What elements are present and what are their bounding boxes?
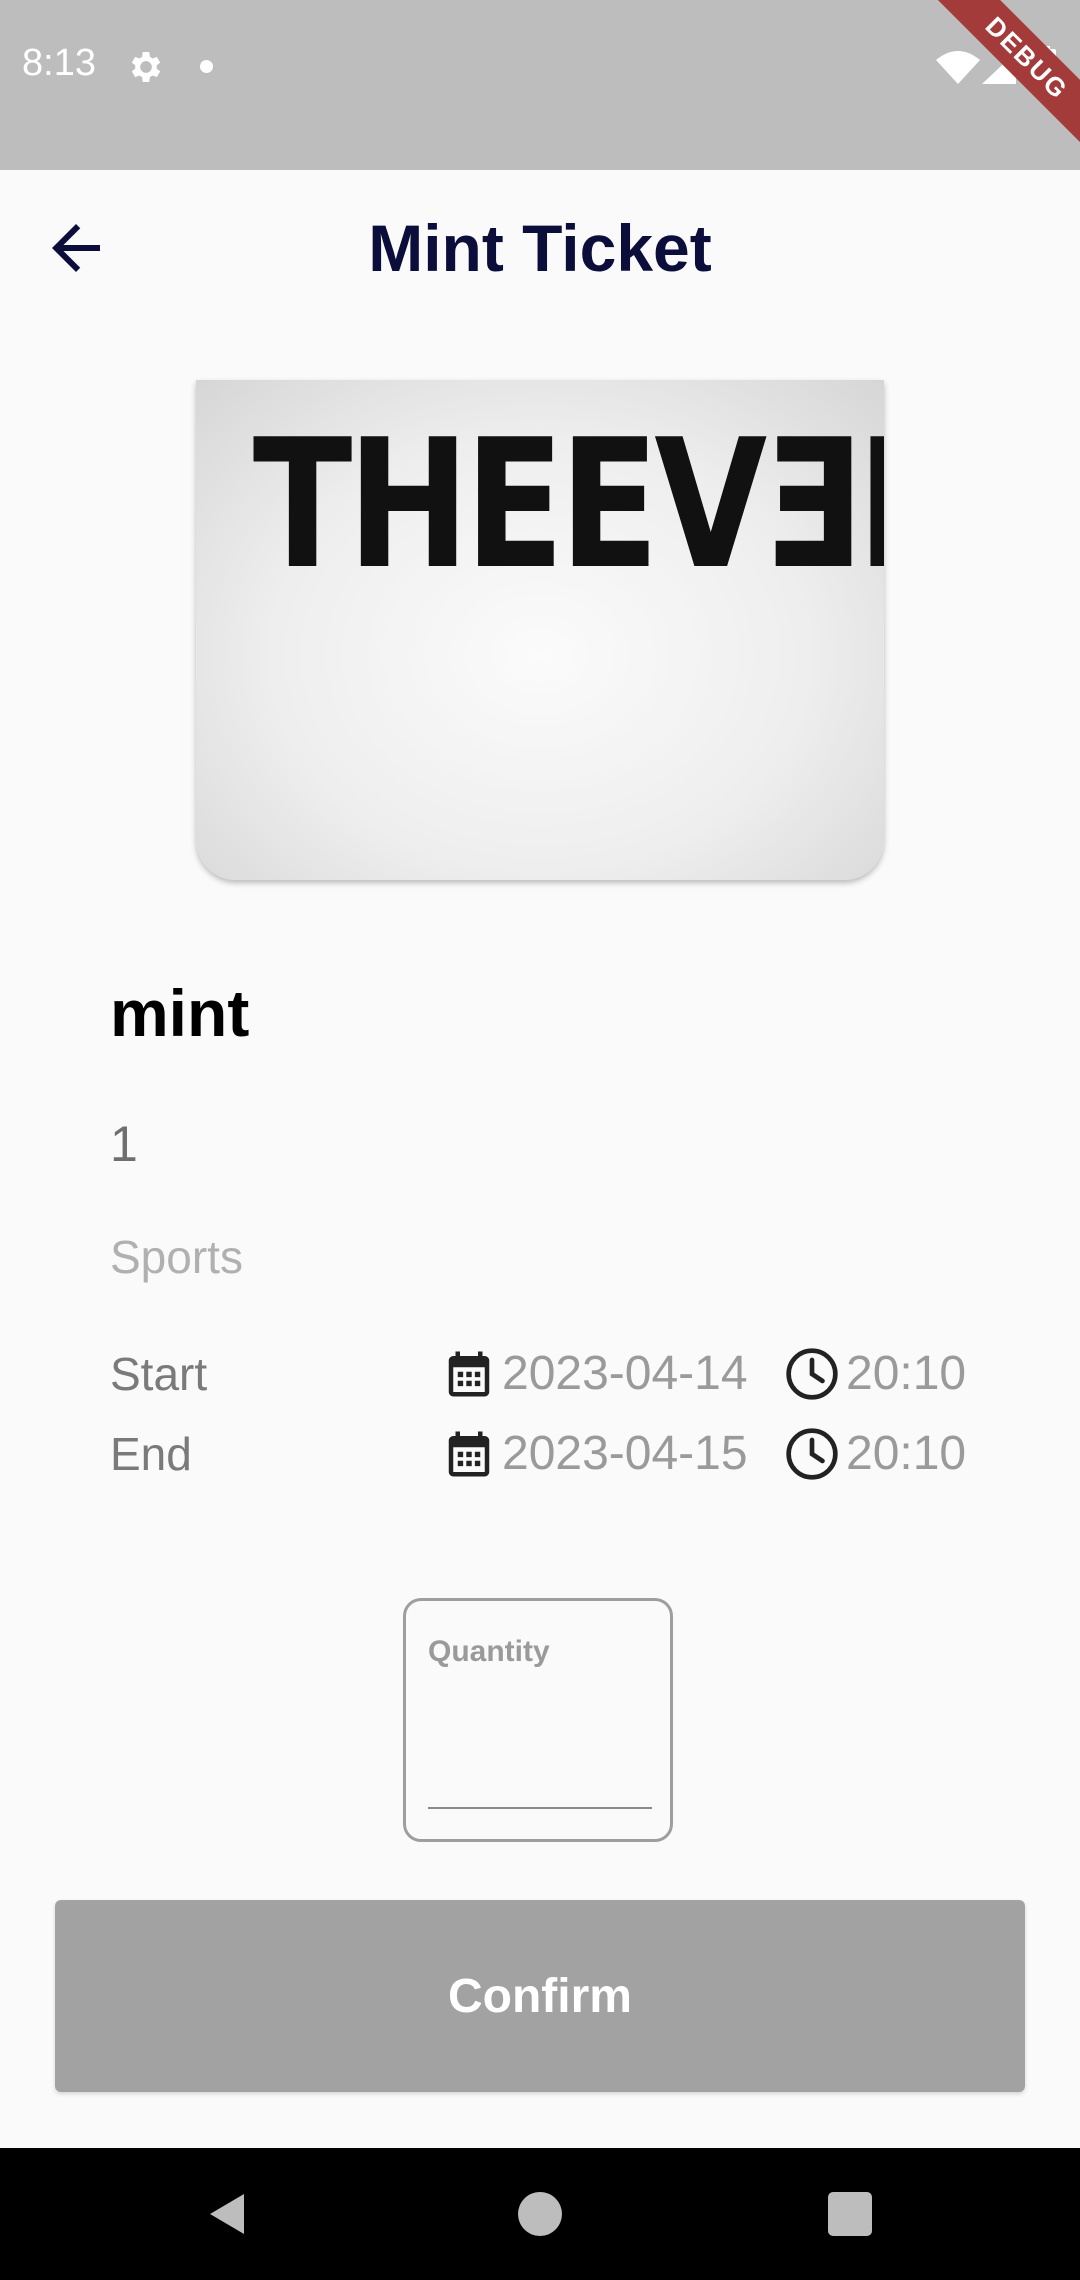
dot-icon [200, 60, 213, 73]
event-name: mint [110, 976, 250, 1050]
gear-icon [131, 52, 161, 82]
start-date: 2023-04-14 [502, 1347, 748, 1400]
start-time: 20:10 [846, 1347, 967, 1400]
end-date: 2023-04-15 [502, 1427, 748, 1480]
end-label: End [110, 1428, 192, 1480]
debug-banner-label: DEBUG [930, 0, 1080, 155]
quantity-input[interactable] [428, 1701, 652, 1809]
event-category: Sports [110, 1231, 243, 1283]
system-nav-bar [0, 2148, 1080, 2280]
status-time: 8:13 [22, 42, 96, 84]
end-time: 20:10 [846, 1427, 967, 1480]
status-bar: 8:13 DEBUG [0, 0, 1080, 170]
event-image-logo: THEEVƎNT [252, 401, 884, 608]
recents-square-icon[interactable] [828, 2192, 872, 2236]
quantity-label: Quantity [428, 1635, 550, 1668]
calendar-icon [448, 1431, 490, 1477]
app-bar: Mint Ticket [0, 170, 1080, 325]
clock-icon [786, 1348, 838, 1400]
back-triangle-icon[interactable] [204, 2190, 252, 2238]
debug-banner: DEBUG [910, 0, 1080, 170]
home-circle-icon[interactable] [518, 2192, 562, 2236]
start-label: Start [110, 1348, 208, 1400]
quantity-field[interactable]: Quantity [403, 1598, 673, 1842]
confirm-button[interactable]: Confirm [55, 1900, 1025, 2092]
event-image: THEEVƎNT [196, 380, 884, 880]
event-price: 1 [110, 1116, 138, 1172]
page-title: Mint Ticket [368, 211, 712, 285]
calendar-icon [448, 1351, 490, 1397]
clock-icon [786, 1428, 838, 1480]
